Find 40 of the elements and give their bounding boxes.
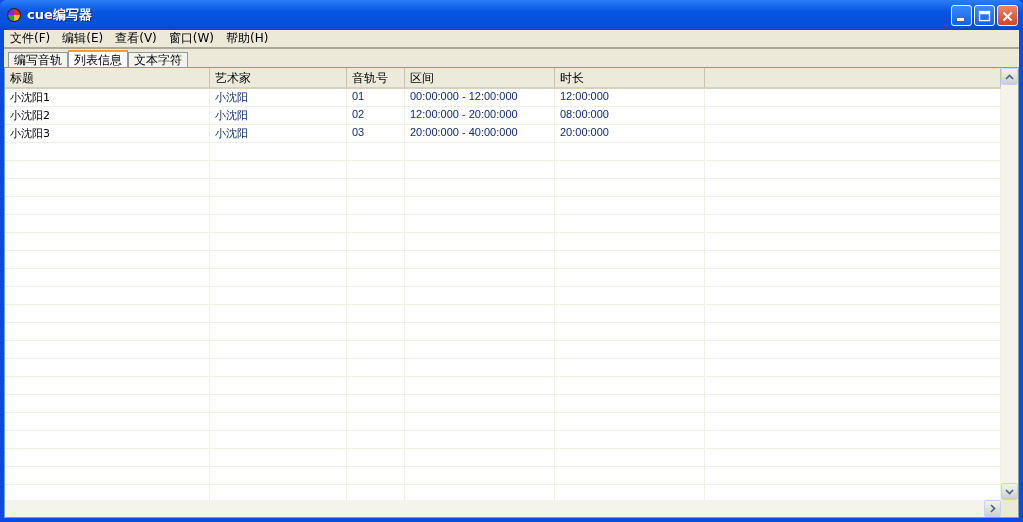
menu-item[interactable]: 编辑(E) <box>62 30 104 47</box>
table-cell: 20:00:000 <box>555 125 705 142</box>
tab[interactable]: 文本字符 <box>128 52 188 67</box>
column-header[interactable]: 区间 <box>405 68 555 87</box>
table-cell: 03 <box>347 125 405 142</box>
table-cell: 12:00:000 <box>555 89 705 106</box>
window-title: cue编写器 <box>27 6 92 24</box>
scroll-up-button[interactable] <box>1001 68 1018 85</box>
menu-item[interactable]: 查看(V) <box>115 30 157 47</box>
column-header[interactable]: 艺术家 <box>210 68 347 87</box>
table-cell: 00:00:000 - 12:00:000 <box>405 89 555 106</box>
table-cell: 小沈阳 <box>210 107 347 124</box>
table-cell: 02 <box>347 107 405 124</box>
table-cell: 小沈阳 <box>210 89 347 106</box>
table-cell: 小沈阳1 <box>5 89 210 106</box>
app-icon <box>6 7 22 23</box>
table-cell: 08:00:000 <box>555 107 705 124</box>
scrollbar-corner <box>1001 500 1018 517</box>
tab[interactable]: 编写音轨 <box>8 52 68 67</box>
minimize-icon <box>957 17 964 21</box>
column-header[interactable]: 时长 <box>555 68 705 87</box>
table-cell: 12:00:000 - 20:00:000 <box>405 107 555 124</box>
table-cell: 小沈阳3 <box>5 125 210 142</box>
table-cell: 小沈阳2 <box>5 107 210 124</box>
table-cell: 01 <box>347 89 405 106</box>
column-header[interactable]: 标题 <box>5 68 210 87</box>
scroll-right-button[interactable] <box>984 500 1001 517</box>
vertical-scrollbar[interactable] <box>1001 68 1018 500</box>
menu-item[interactable]: 窗口(W) <box>168 30 215 47</box>
column-header[interactable]: 音轨号 <box>347 68 405 87</box>
tab[interactable]: 列表信息 <box>68 50 128 67</box>
maximize-button[interactable] <box>974 4 995 26</box>
close-button[interactable] <box>997 4 1018 26</box>
minimize-button[interactable] <box>951 4 972 26</box>
horizontal-scrollbar[interactable] <box>5 500 1018 517</box>
table-cell: 小沈阳 <box>210 125 347 142</box>
menu-item[interactable]: 文件(F) <box>10 30 51 47</box>
menu-item[interactable]: 帮助(H) <box>226 30 269 47</box>
scroll-down-button[interactable] <box>1001 483 1018 500</box>
table-cell: 20:00:000 - 40:00:000 <box>405 125 555 142</box>
